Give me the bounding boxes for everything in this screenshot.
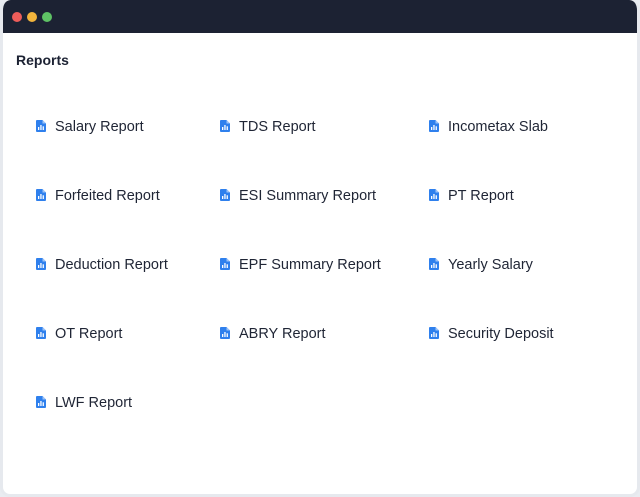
report-link[interactable]: EPF Summary Report: [220, 257, 381, 273]
report-link[interactable]: Incometax Slab: [429, 119, 548, 135]
report-link[interactable]: ABRY Report: [220, 326, 326, 342]
report-link[interactable]: Yearly Salary: [429, 257, 533, 273]
report-link[interactable]: Deduction Report: [36, 257, 168, 273]
report-icon: [36, 327, 46, 339]
maximize-window-button[interactable]: [42, 12, 52, 22]
reports-panel: Reports Salary Report TDS Report Incometax…: [3, 33, 637, 494]
close-window-button[interactable]: [12, 12, 22, 22]
report-icon: [36, 120, 46, 132]
report-icon: [220, 327, 230, 339]
minimize-window-button[interactable]: [27, 12, 37, 22]
report-label: Forfeited Report: [55, 188, 160, 204]
report-icon: [220, 258, 230, 270]
report-link[interactable]: Forfeited Report: [36, 188, 160, 204]
report-link[interactable]: OT Report: [36, 326, 122, 342]
report-icon: [220, 189, 230, 201]
report-link[interactable]: TDS Report: [220, 119, 316, 135]
report-icon: [36, 258, 46, 270]
report-label: LWF Report: [55, 395, 133, 411]
report-label: Security Deposit: [448, 326, 554, 342]
report-label: Salary Report: [55, 119, 144, 135]
report-icon: [36, 396, 46, 408]
page-title: Reports: [16, 52, 69, 68]
report-label: ABRY Report: [239, 326, 326, 342]
window-titlebar: [3, 0, 637, 33]
report-label: PT Report: [448, 188, 514, 204]
report-label: TDS Report: [239, 119, 316, 135]
report-icon: [36, 189, 46, 201]
report-icon: [429, 327, 439, 339]
report-link[interactable]: Security Deposit: [429, 326, 554, 342]
report-label: OT Report: [55, 326, 123, 342]
report-label: Yearly Salary: [448, 257, 533, 273]
report-icon: [220, 120, 230, 132]
app-window: Reports Salary Report TDS Report Incometax…: [0, 0, 640, 497]
report-link[interactable]: PT Report: [429, 188, 514, 204]
report-icon: [429, 258, 439, 270]
report-link[interactable]: LWF Report: [36, 395, 132, 411]
report-link[interactable]: ESI Summary Report: [220, 188, 376, 204]
report-label: Incometax Slab: [448, 119, 548, 135]
report-link[interactable]: Salary Report: [36, 119, 144, 135]
report-label: EPF Summary Report: [239, 257, 381, 273]
report-label: ESI Summary Report: [239, 188, 376, 204]
report-icon: [429, 189, 439, 201]
report-icon: [429, 120, 439, 132]
report-label: Deduction Report: [55, 257, 168, 273]
